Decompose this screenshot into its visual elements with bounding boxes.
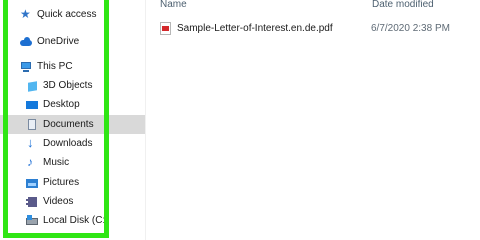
nav-item-label: Pictures (43, 177, 80, 188)
navigation-pane: Quick access OneDrive This PC 3D Objects… (0, 0, 145, 240)
nav-item-desktop[interactable]: Desktop (0, 95, 145, 114)
cube-icon (26, 80, 38, 92)
nav-item-local-disk[interactable]: Local Disk (C:) (0, 211, 145, 230)
nav-item-this-pc[interactable]: This PC (0, 57, 145, 76)
nav-item-label: Desktop (43, 99, 80, 110)
nav-item-music[interactable]: Music (0, 153, 145, 172)
nav-item-label: Music (43, 157, 70, 168)
nav-item-documents[interactable]: Documents (0, 115, 145, 134)
pane-divider[interactable] (145, 0, 146, 240)
nav-item-quick-access[interactable]: Quick access (0, 5, 145, 24)
nav-item-downloads[interactable]: Downloads (0, 134, 145, 153)
disk-drive-icon (26, 214, 38, 227)
document-icon (26, 118, 38, 131)
nav-item-label: Local Disk (C:) (43, 215, 109, 226)
pdf-file-icon (160, 21, 171, 35)
desktop-icon (26, 99, 38, 111)
nav-item-label: Downloads (43, 138, 93, 149)
file-date-modified: 6/7/2020 2:38 PM (371, 22, 450, 34)
column-header-date-modified[interactable]: Date modified (372, 0, 434, 10)
nav-item-label: OneDrive (37, 36, 80, 47)
nav-item-pictures[interactable]: Pictures (0, 173, 145, 192)
file-name: Sample-Letter-of-Interest.en.de.pdf (177, 22, 333, 34)
nav-item-3d-objects[interactable]: 3D Objects (0, 76, 145, 95)
picture-icon (26, 177, 38, 189)
music-note-icon (26, 155, 38, 169)
nav-item-label: Documents (43, 119, 94, 130)
nav-item-label: Videos (43, 196, 74, 207)
nav-item-videos[interactable]: Videos (0, 192, 145, 211)
computer-icon (20, 61, 32, 73)
nav-item-label: Quick access (37, 9, 97, 20)
download-arrow-icon (26, 135, 38, 150)
cloud-icon (20, 36, 32, 48)
column-header-name[interactable]: Name (160, 0, 187, 10)
star-icon (20, 7, 32, 21)
video-icon (26, 196, 38, 208)
nav-item-label: This PC (37, 61, 73, 72)
file-row[interactable]: Sample-Letter-of-Interest.en.de.pdf 6/7/… (160, 20, 470, 36)
nav-item-label: 3D Objects (43, 80, 93, 91)
nav-item-onedrive[interactable]: OneDrive (0, 32, 145, 51)
